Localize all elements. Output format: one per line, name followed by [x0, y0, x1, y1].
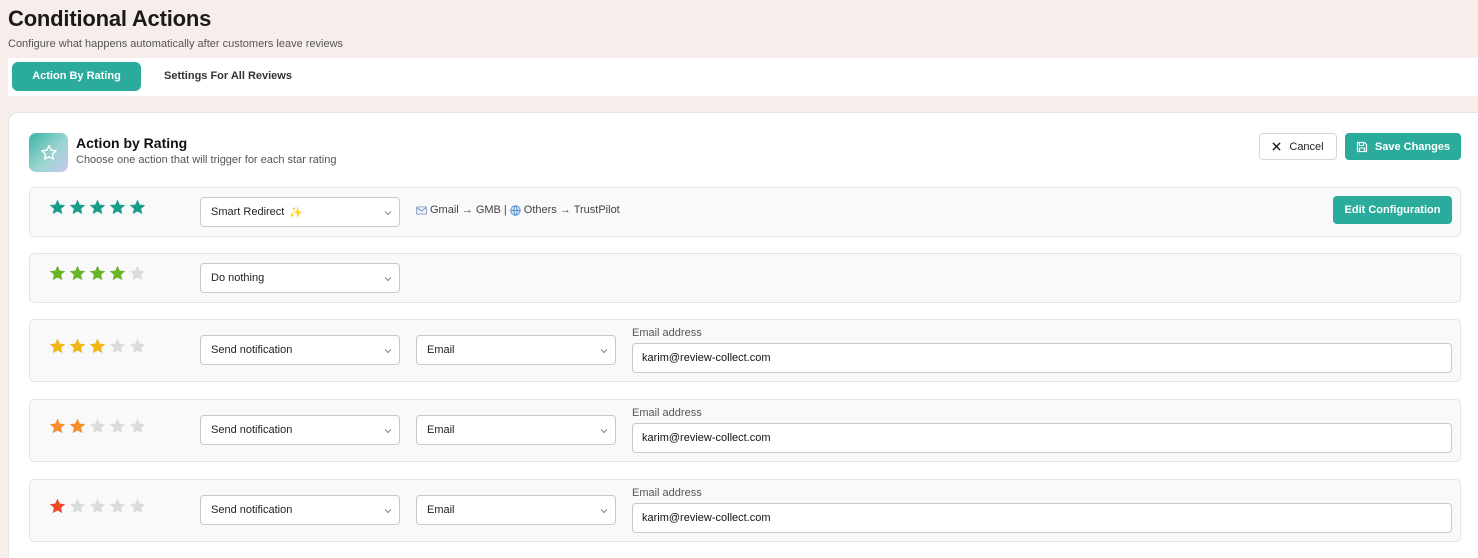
star-filled-icon: [89, 338, 106, 354]
card-subtitle: Choose one action that will trigger for …: [76, 154, 337, 166]
star-filled-icon: [69, 338, 86, 354]
star-empty-icon: [129, 498, 146, 514]
save-icon: [1356, 141, 1367, 152]
star-rating-5: [48, 198, 147, 217]
action-select-3[interactable]: Send notification: [200, 335, 400, 365]
star-filled-icon: [49, 199, 66, 215]
channel-select-3-value: Email: [427, 344, 455, 356]
star-filled-icon: [49, 418, 66, 434]
star-empty-icon: [109, 338, 126, 354]
email-field-1[interactable]: [632, 503, 1452, 533]
star-rating-3: [48, 337, 147, 356]
star-filled-icon: [69, 418, 86, 434]
channel-select-2-value: Email: [427, 424, 455, 436]
email-address-label: Email address: [632, 327, 702, 339]
redirect-others-text: Others → TrustPilot: [523, 204, 620, 216]
chevron-down-icon: [384, 211, 392, 216]
star-filled-icon: [129, 199, 146, 215]
star-rating-2: [48, 417, 147, 436]
star-filled-icon: [109, 265, 126, 281]
save-changes-label: Save Changes: [1374, 140, 1451, 153]
chevron-down-icon: [384, 509, 392, 514]
star-rating-4: [48, 264, 147, 283]
save-changes-button[interactable]: Save Changes: [1345, 133, 1461, 160]
chevron-down-icon: [384, 349, 392, 354]
action-select-1[interactable]: Send notification: [200, 495, 400, 525]
redirect-summary: Gmail → GMB | Others → TrustPilot: [416, 204, 620, 216]
gmail-icon: [416, 205, 427, 215]
action-select-4[interactable]: Do nothing: [200, 263, 400, 293]
star-empty-icon: [129, 265, 146, 281]
page-subtitle: Configure what happens automatically aft…: [8, 38, 344, 50]
channel-select-1[interactable]: Email: [416, 495, 616, 525]
star-filled-icon: [69, 199, 86, 215]
star-filled-icon: [89, 265, 106, 281]
action-select-5[interactable]: Smart Redirect ✨: [200, 197, 400, 227]
sparkle-icon: ✨: [289, 206, 304, 219]
redirect-separator: |: [503, 204, 507, 216]
star-filled-icon: [89, 199, 106, 215]
email-field-3[interactable]: [632, 343, 1452, 373]
chevron-down-icon: [600, 429, 608, 434]
tabs-bar: Action By Rating Settings For All Review…: [8, 58, 1478, 96]
channel-select-2[interactable]: Email: [416, 415, 616, 445]
globe-icon: [510, 204, 521, 216]
edit-configuration-button[interactable]: Edit Configuration: [1333, 196, 1452, 224]
cancel-button-label: Cancel: [1289, 140, 1324, 153]
action-select-5-value: Smart Redirect: [211, 206, 285, 218]
card-title: Action by Rating: [76, 135, 188, 151]
channel-select-3[interactable]: Email: [416, 335, 616, 365]
action-select-3-value: Send notification: [211, 344, 293, 356]
star-empty-icon: [109, 498, 126, 514]
star-empty-icon: [129, 338, 146, 354]
action-select-2-value: Send notification: [211, 424, 293, 436]
action-select-4-value: Do nothing: [211, 272, 265, 284]
star-empty-icon: [89, 418, 106, 434]
star-empty-icon: [109, 418, 126, 434]
star-empty-icon: [89, 498, 106, 514]
email-address-label: Email address: [632, 407, 702, 419]
email-address-label: Email address: [632, 487, 702, 499]
cancel-button[interactable]: Cancel: [1259, 133, 1337, 160]
action-select-1-value: Send notification: [211, 504, 293, 516]
rating-row-4: Do nothing: [29, 253, 1461, 303]
star-empty-icon: [129, 418, 146, 434]
rating-row-2: Send notification Email Email address: [29, 399, 1461, 462]
action-by-rating-card: Action by Rating Choose one action that …: [8, 112, 1478, 558]
tab-action-by-rating[interactable]: Action By Rating: [12, 62, 141, 91]
star-empty-icon: [69, 498, 86, 514]
tab-settings-for-all-reviews[interactable]: Settings For All Reviews: [148, 62, 308, 91]
chevron-down-icon: [600, 349, 608, 354]
chevron-down-icon: [384, 429, 392, 434]
page-title: Conditional Actions: [8, 6, 212, 31]
star-filled-icon: [49, 498, 66, 514]
star-rating-1: [48, 497, 147, 516]
star-filled-icon: [49, 338, 66, 354]
star-filled-icon: [69, 265, 86, 281]
star-filled-icon: [49, 265, 66, 281]
close-icon: [1272, 142, 1281, 151]
rating-row-3: Send notification Email Email address: [29, 319, 1461, 382]
star-filled-icon: [109, 199, 126, 215]
redirect-gmail-text: Gmail → GMB: [430, 204, 501, 216]
star-outline-icon: [29, 133, 68, 172]
rating-row-5: Smart Redirect ✨ Gmail → GMB | Others → …: [29, 187, 1461, 237]
action-select-2[interactable]: Send notification: [200, 415, 400, 445]
email-field-2[interactable]: [632, 423, 1452, 453]
channel-select-1-value: Email: [427, 504, 455, 516]
chevron-down-icon: [600, 509, 608, 514]
rating-row-1: Send notification Email Email address: [29, 479, 1461, 542]
chevron-down-icon: [384, 277, 392, 282]
